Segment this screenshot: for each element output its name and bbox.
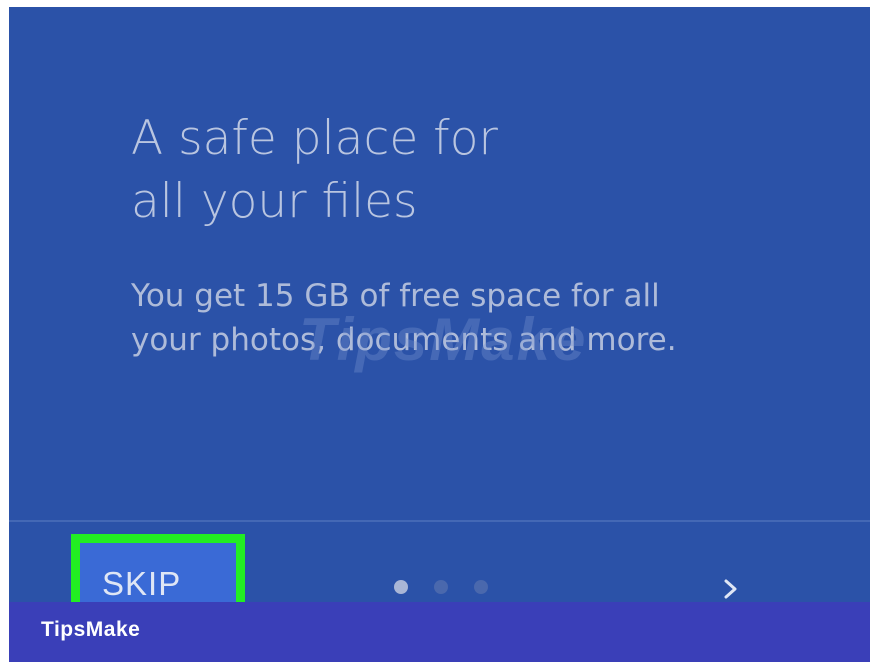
onboarding-description: You get 15 GB of free space for all your… — [131, 274, 677, 362]
footer-divider — [9, 520, 870, 522]
description-line-2: your photos, documents and more. — [131, 322, 677, 358]
page-dot-active — [394, 580, 408, 594]
skip-button[interactable]: SKIP — [102, 565, 181, 602]
brand-footer: TipsMake — [9, 602, 870, 662]
onboarding-headline: A safe place for all your files — [131, 107, 498, 233]
brand-label: TipsMake — [41, 618, 141, 641]
description-line-1: You get 15 GB of free space for all — [131, 278, 660, 314]
headline-line-2: all your files — [131, 174, 418, 229]
page-indicator — [394, 580, 488, 594]
page-dot — [434, 580, 448, 594]
headline-line-1: A safe place for — [131, 111, 498, 166]
article-image: A safe place for all your files You get … — [0, 0, 870, 662]
chevron-right-icon[interactable] — [720, 577, 742, 601]
skip-button-highlight[interactable]: SKIP — [71, 534, 245, 602]
page-dot — [474, 580, 488, 594]
onboarding-screen: A safe place for all your files You get … — [9, 7, 870, 602]
